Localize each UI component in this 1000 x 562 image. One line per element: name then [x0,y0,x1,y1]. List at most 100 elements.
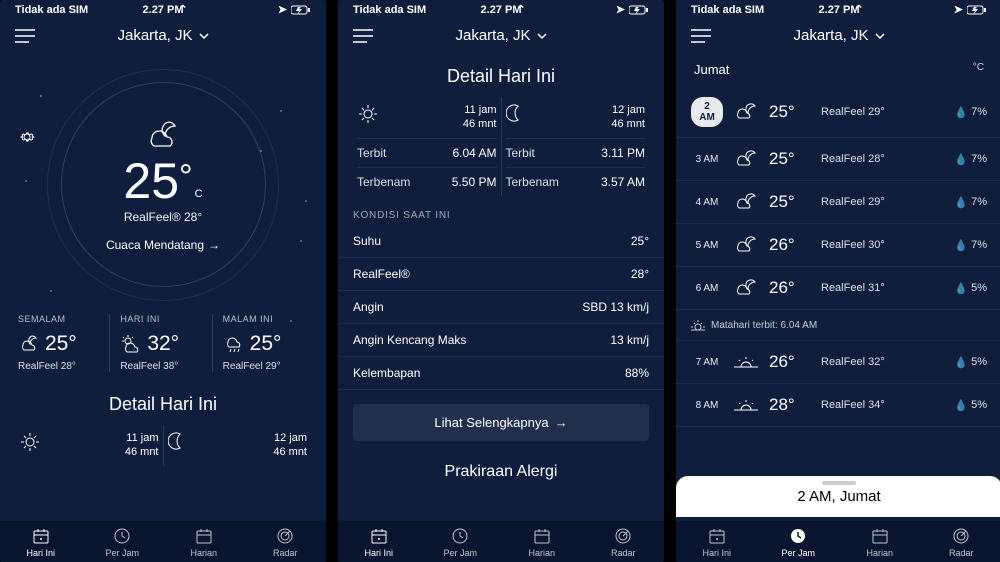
tab-bar: Hari Ini Per Jam Harian Radar [338,521,664,562]
calendar-today-icon [32,527,50,545]
weather-icon [733,234,759,256]
calendar-icon [195,527,213,545]
tab-today[interactable]: Hari Ini [338,527,420,558]
location-arrow-icon: ➤ [954,3,963,16]
app-header: Jakarta, JK [676,19,1000,52]
hour-time: 2 AM [691,97,723,127]
clock-icon [451,527,469,545]
status-time: 2.27 PM [143,4,184,16]
tab-radar[interactable]: Radar [921,527,1000,558]
cond-row: RealFeel®28° [338,258,664,291]
hour-temp: 25° [769,102,811,122]
hour-row[interactable]: 2 AM 25° RealFeel 29° 💧7% [676,87,1000,138]
chevron-down-icon [199,33,209,39]
status-bar: Tidak ada SIM⌃ 2.27 PM ➤ [338,0,664,19]
tab-hourly[interactable]: Per Jam [82,527,164,558]
tab-bar: Hari Ini Per Jam Harian Radar [676,521,1000,562]
rain-icon [223,334,245,354]
hour-time: 4 AM [691,197,723,208]
conditions-label: KONDISI SAAT INI [338,196,664,225]
chevron-down-icon [537,33,547,39]
status-bar: Tidak ada SIM ⌃ 2.27 PM ➤ [0,0,326,19]
radar-icon [276,527,294,545]
hour-temp: 26° [769,352,811,372]
app-header: Jakarta, JK [0,19,326,52]
status-bar: Tidak ada SIM⌃ 2.27 PM ➤ [676,0,1000,19]
tab-hourly[interactable]: Per Jam [420,527,502,558]
menu-icon[interactable] [691,29,711,43]
summary-card[interactable]: MALAM INI25°RealFeel 29° [217,314,314,372]
phone-screen-3: Tidak ada SIM⌃ 2.27 PM ➤ Jakarta, JK Jum… [676,0,1000,562]
hour-realfeel: RealFeel 28° [821,153,944,165]
hour-time: 3 AM [691,154,723,165]
hourly-header: Jumat°C [676,52,1000,87]
allergy-title: Prakiraan Alergi [338,455,664,489]
tab-bar: Hari Ini Per Jam Harian Radar [0,521,326,562]
hour-precip: 💧7% [954,196,987,209]
realfeel-text: RealFeel® 28° [124,210,202,224]
summary-card[interactable]: HARI INI32°RealFeel 38° [114,314,212,372]
hour-realfeel: RealFeel 29° [821,106,944,118]
tab-today[interactable]: Hari Ini [0,527,82,558]
hour-row[interactable]: 6 AM 26° RealFeel 31° 💧5% [676,267,1000,310]
hour-realfeel: RealFeel 29° [821,196,944,208]
tab-daily[interactable]: Harian [501,527,583,558]
tab-hourly[interactable]: Per Jam [758,527,840,558]
sun-moon-panel: 11 jam46 mnt 12 jam46 mnt [0,425,326,466]
hour-temp: 28° [769,395,811,415]
location-selector[interactable]: Jakarta, JK [793,27,884,44]
partly-cloudy-night-icon [142,118,184,154]
location-arrow-icon: ➤ [616,3,625,16]
hour-row[interactable]: 5 AM 26° RealFeel 30° 💧7% [676,224,1000,267]
weather-icon [733,394,759,416]
hour-precip: 💧7% [954,106,987,119]
hour-realfeel: RealFeel 30° [821,239,944,251]
clock-icon [113,527,131,545]
cond-row: Kelembapan88% [338,357,664,390]
sun-icon [357,103,379,125]
tab-daily[interactable]: Harian [839,527,921,558]
tab-daily[interactable]: Harian [163,527,245,558]
hour-row[interactable]: 3 AM 25° RealFeel 28° 💧7% [676,138,1000,181]
carrier-text: Tidak ada SIM [15,4,88,16]
weather-icon [733,277,759,299]
hour-time: 6 AM [691,283,723,294]
forecast-link[interactable]: Cuaca Mendatang→ [106,238,220,252]
weather-icon [733,191,759,213]
tab-today[interactable]: Hari Ini [676,527,758,558]
hour-row[interactable]: 7 AM 26° RealFeel 32° 💧5% [676,341,1000,384]
location-selector[interactable]: Jakarta, JK [117,27,208,44]
moon-icon [506,103,526,123]
hour-row[interactable]: 4 AM 25° RealFeel 29° 💧7% [676,181,1000,224]
menu-icon[interactable] [353,29,373,43]
calendar-today-icon [708,527,726,545]
phone-screen-2: Tidak ada SIM⌃ 2.27 PM ➤ Jakarta, JK Det… [338,0,664,562]
bottom-sheet[interactable]: 2 AM, Jumat [676,476,1000,517]
tab-radar[interactable]: Radar [583,527,665,558]
detail-title: Detail Hari Ini [0,380,326,425]
hour-precip: 💧5% [954,282,987,295]
location-selector[interactable]: Jakarta, JK [455,27,546,44]
hour-realfeel: RealFeel 32° [821,356,944,368]
summary-cards: SEMALAM25°RealFeel 28° HARI INI32°RealFe… [0,302,326,380]
hour-time: 5 AM [691,240,723,251]
tab-radar[interactable]: Radar [245,527,327,558]
calendar-icon [871,527,889,545]
chevron-down-icon [875,33,885,39]
hour-row[interactable]: 8 AM 28° RealFeel 34° 💧5% [676,384,1000,427]
menu-icon[interactable] [15,29,35,43]
see-more-button[interactable]: Lihat Selengkapnya→ [353,404,649,441]
weather-icon [733,351,759,373]
battery-icon [967,5,987,15]
summary-card[interactable]: SEMALAM25°RealFeel 28° [12,314,110,372]
hour-time: 8 AM [691,400,723,411]
hour-precip: 💧7% [954,239,987,252]
cond-row: Suhu25° [338,225,664,258]
location-text: Jakarta, JK [117,27,192,44]
cond-row: Angin Kencang Maks13 km/j [338,324,664,357]
hour-temp: 26° [769,278,811,298]
hour-time: 7 AM [691,357,723,368]
clock-icon [789,527,807,545]
hour-temp: 26° [769,235,811,255]
partly-sunny-icon [120,334,142,354]
